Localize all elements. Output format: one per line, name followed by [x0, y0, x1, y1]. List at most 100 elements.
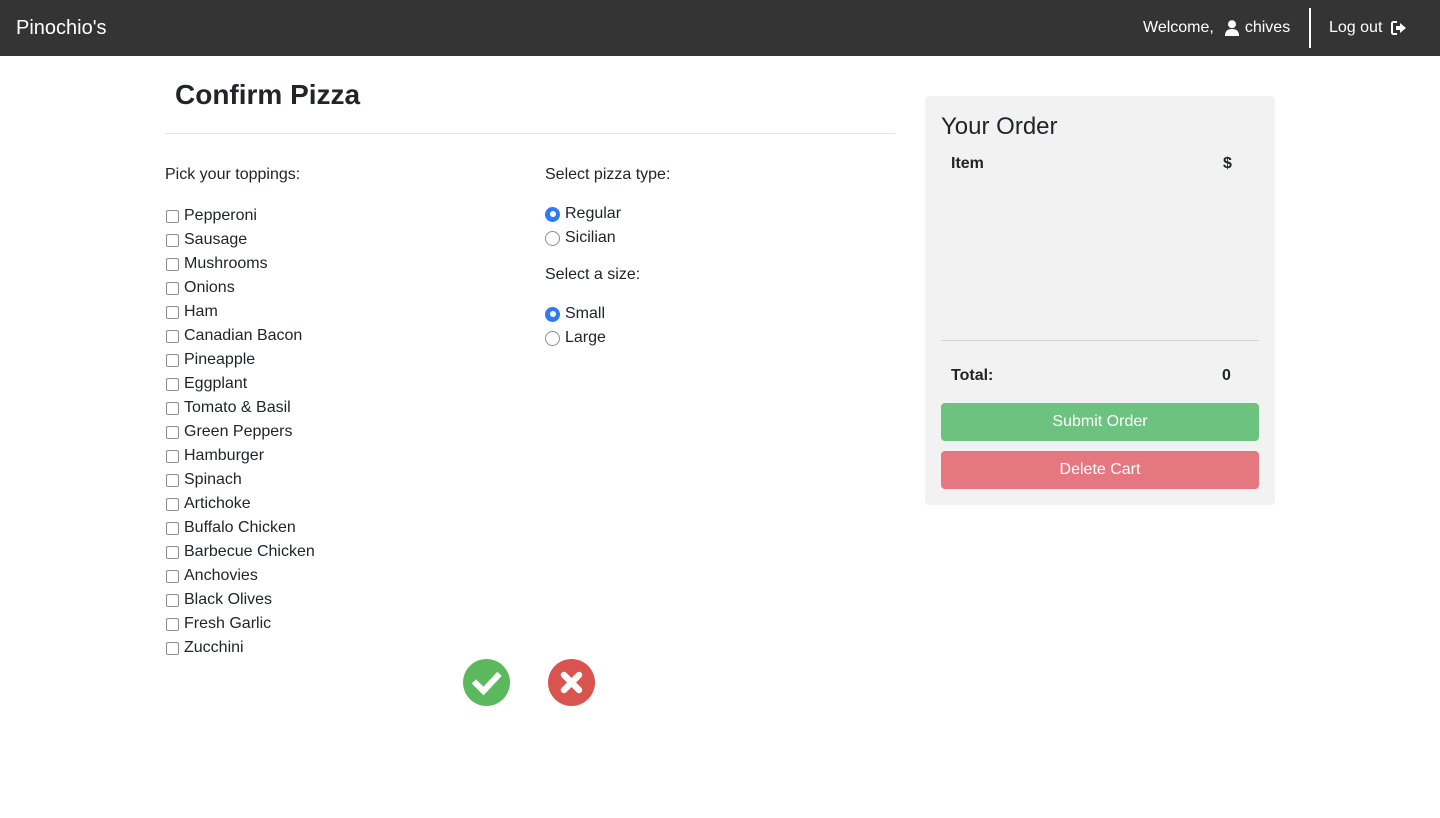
check-icon: [471, 671, 502, 696]
size-label: Small: [565, 305, 606, 322]
topping-option[interactable]: Tomato & Basil: [165, 396, 315, 420]
pizza-type-label: Sicilian: [565, 229, 616, 246]
topping-label: Anchovies: [184, 567, 258, 584]
topping-label: Barbecue Chicken: [184, 543, 315, 560]
topping-checkbox[interactable]: [166, 257, 179, 271]
topping-option[interactable]: Barbecue Chicken: [165, 540, 315, 564]
pizza-type-radio[interactable]: [545, 206, 560, 222]
item-column-header: Item: [951, 155, 984, 172]
pizza-type-label: Regular: [565, 205, 622, 222]
topping-option[interactable]: Artichoke: [165, 492, 315, 516]
price-column-header: $: [1223, 155, 1232, 172]
topping-label: Black Olives: [184, 591, 273, 608]
topping-option[interactable]: Fresh Garlic: [165, 612, 315, 636]
size-option[interactable]: Large: [545, 326, 606, 350]
topping-label: Green Peppers: [184, 423, 293, 440]
top-navbar: Pinochio's Welcome, chives Log out: [0, 0, 1440, 56]
topping-checkbox[interactable]: [166, 377, 179, 391]
toppings-label: Pick your toppings:: [165, 166, 301, 183]
topping-checkbox[interactable]: [166, 281, 179, 295]
topping-option[interactable]: Black Olives: [165, 588, 315, 612]
topping-checkbox[interactable]: [166, 641, 179, 655]
topping-option[interactable]: Eggplant: [165, 372, 315, 396]
title-divider: [165, 133, 895, 134]
welcome-label: Welcome,: [1143, 19, 1214, 36]
topping-label: Pineapple: [184, 351, 256, 368]
page-title: Confirm Pizza: [175, 79, 361, 110]
topping-checkbox[interactable]: [166, 305, 179, 319]
topping-checkbox[interactable]: [166, 617, 179, 631]
topping-label: Onions: [184, 279, 235, 296]
topping-label: Eggplant: [184, 375, 248, 392]
topping-checkbox[interactable]: [166, 545, 179, 559]
topping-label: Buffalo Chicken: [184, 519, 296, 536]
topping-option[interactable]: Pepperoni: [165, 204, 315, 228]
welcome-message: Welcome, chives: [1143, 18, 1290, 38]
size-label: Large: [565, 329, 606, 346]
topping-checkbox[interactable]: [166, 473, 179, 487]
logout-icon: [1391, 20, 1407, 36]
topping-label: Sausage: [184, 231, 248, 248]
size-option[interactable]: Small: [545, 302, 606, 326]
topping-option[interactable]: Green Peppers: [165, 420, 315, 444]
topping-label: Pepperoni: [184, 207, 257, 224]
toppings-list: Pepperoni Sausage Mushrooms Onions Ham Canadi…: [165, 204, 315, 660]
pizza-type-radio[interactable]: [545, 230, 560, 246]
topping-option[interactable]: Hamburger: [165, 444, 315, 468]
pizza-type-label: Select pizza type:: [545, 166, 671, 183]
topping-option[interactable]: Mushrooms: [165, 252, 315, 276]
topping-option[interactable]: Pineapple: [165, 348, 315, 372]
nav-divider: [1309, 8, 1311, 48]
pizza-type-group: Regular Sicilian: [545, 202, 621, 250]
order-title: Your Order: [941, 113, 1058, 140]
topping-option[interactable]: Canadian Bacon: [165, 324, 315, 348]
topping-checkbox[interactable]: [166, 449, 179, 463]
confirm-pizza-button[interactable]: [463, 659, 510, 706]
topping-checkbox[interactable]: [166, 353, 179, 367]
topping-label: Hamburger: [184, 447, 265, 464]
logout-link[interactable]: Log out: [1329, 18, 1407, 38]
size-group: Small Large: [545, 302, 606, 350]
size-radio[interactable]: [545, 330, 560, 346]
topping-checkbox[interactable]: [166, 569, 179, 583]
user-icon: [1224, 20, 1239, 36]
delete-cart-button[interactable]: Delete Cart: [941, 451, 1259, 489]
topping-label: Fresh Garlic: [184, 615, 272, 632]
topping-label: Mushrooms: [184, 255, 268, 272]
topping-checkbox[interactable]: [166, 329, 179, 343]
brand-logo[interactable]: Pinochio's: [16, 16, 107, 40]
close-icon: [560, 671, 583, 694]
topping-checkbox[interactable]: [166, 425, 179, 439]
total-label: Total:: [951, 367, 994, 384]
topping-option[interactable]: Onions: [165, 276, 315, 300]
topping-option[interactable]: Spinach: [165, 468, 315, 492]
topping-label: Spinach: [184, 471, 242, 488]
topping-label: Tomato & Basil: [184, 399, 291, 416]
cancel-pizza-button[interactable]: [548, 659, 595, 706]
size-radio[interactable]: [545, 306, 560, 322]
total-value: 0: [1222, 367, 1231, 384]
topping-checkbox[interactable]: [166, 233, 179, 247]
order-divider: [941, 340, 1259, 341]
logout-label: Log out: [1329, 19, 1383, 36]
topping-label: Artichoke: [184, 495, 251, 512]
pizza-type-option[interactable]: Sicilian: [545, 226, 621, 250]
topping-checkbox[interactable]: [166, 497, 179, 511]
topping-checkbox[interactable]: [166, 209, 179, 223]
topping-checkbox[interactable]: [166, 401, 179, 415]
order-panel: Your Order Item $ Total: 0 Submit Order …: [925, 96, 1275, 505]
topping-option[interactable]: Anchovies: [165, 564, 315, 588]
topping-label: Zucchini: [184, 639, 244, 656]
topping-option[interactable]: Zucchini: [165, 636, 315, 660]
topping-checkbox[interactable]: [166, 521, 179, 535]
size-label: Select a size:: [545, 266, 641, 283]
topping-checkbox[interactable]: [166, 593, 179, 607]
submit-order-button[interactable]: Submit Order: [941, 403, 1259, 441]
topping-option[interactable]: Buffalo Chicken: [165, 516, 315, 540]
topping-label: Ham: [184, 303, 218, 320]
topping-label: Canadian Bacon: [184, 327, 303, 344]
topping-option[interactable]: Sausage: [165, 228, 315, 252]
pizza-type-option[interactable]: Regular: [545, 202, 621, 226]
username: chives: [1244, 19, 1291, 36]
topping-option[interactable]: Ham: [165, 300, 315, 324]
